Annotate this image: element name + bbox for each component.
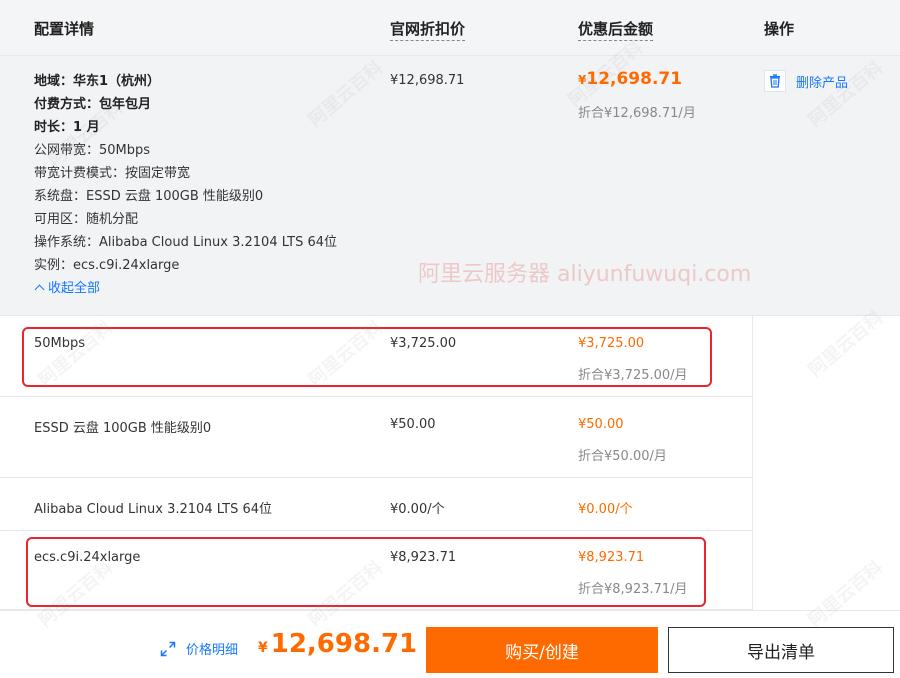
item-row-disk: ESSD 云盘 100GB 性能级别0 ¥50.00 ¥50.00 折合¥50.… (0, 397, 752, 478)
detail-bandwidth-mode: 带宽计费模式：按固定带宽 (34, 166, 191, 181)
header-discount-amount[interactable]: 优惠后金额 (578, 18, 654, 41)
collapse-all-link[interactable]: 收起全部 (34, 277, 337, 300)
item-name: Alibaba Cloud Linux 3.2104 LTS 64位 (34, 502, 273, 517)
item-name: ESSD 云盘 100GB 性能级别0 (34, 421, 212, 436)
official-price: ¥12,698.71 (390, 73, 465, 88)
item-official-price: ¥50.00 (390, 417, 436, 432)
total-price: ¥12,698.71 (258, 629, 418, 659)
watermark-text: 阿里云服务器 aliyunfuwuqi.com (418, 262, 752, 287)
detail-instance: 实例：ecs.c9i.24xlarge (34, 258, 180, 273)
discount-monthly: 折合¥12,698.71/月 (578, 106, 696, 121)
item-official-price: ¥0.00/个 (390, 502, 445, 517)
item-discount-price: ¥50.00 (578, 417, 624, 432)
detail-zone: 可用区：随机分配 (34, 212, 139, 227)
header-official-price[interactable]: 官网折扣价 (390, 18, 466, 41)
item-discount-monthly: 折合¥8,923.71/月 (578, 582, 688, 597)
item-official-price: ¥8,923.71 (390, 550, 457, 565)
item-row-os: Alibaba Cloud Linux 3.2104 LTS 64位 ¥0.00… (0, 478, 752, 531)
footer-bar: 价格明细 ¥12,698.71 购买/创建 导出清单 (0, 610, 900, 678)
header-action: 操作 (764, 20, 795, 38)
trash-icon (764, 70, 786, 92)
item-discount-price: ¥3,725.00 (578, 336, 645, 351)
item-discount-monthly: 折合¥3,725.00/月 (578, 368, 688, 383)
chevron-up-icon (34, 284, 45, 295)
item-discount-price: ¥0.00/个 (578, 502, 633, 517)
price-detail-link[interactable]: 价格明细 (160, 639, 238, 658)
config-details: 地域：华东1（杭州） 付费方式：包年包月 时长：1 月 公网带宽：50Mbps … (34, 70, 337, 300)
item-name: ecs.c9i.24xlarge (34, 550, 141, 565)
table-header: 配置详情 官网折扣价 优惠后金额 操作 (0, 0, 900, 56)
item-discount-price: ¥8,923.71 (578, 550, 645, 565)
header-config: 配置详情 (34, 20, 95, 38)
detail-os: 操作系统：Alibaba Cloud Linux 3.2104 LTS 64位 (34, 235, 338, 250)
expand-icon (160, 641, 176, 657)
detail-system-disk: 系统盘：ESSD 云盘 100GB 性能级别0 (34, 189, 264, 204)
detail-region: 地域：华东1（杭州） (34, 74, 161, 89)
buy-create-button[interactable]: 购买/创建 (426, 627, 658, 673)
export-list-button[interactable]: 导出清单 (668, 627, 894, 673)
item-discount-monthly: 折合¥50.00/月 (578, 449, 667, 464)
item-official-price: ¥3,725.00 (390, 336, 457, 351)
detail-billing: 付费方式：包年包月 (34, 97, 152, 112)
